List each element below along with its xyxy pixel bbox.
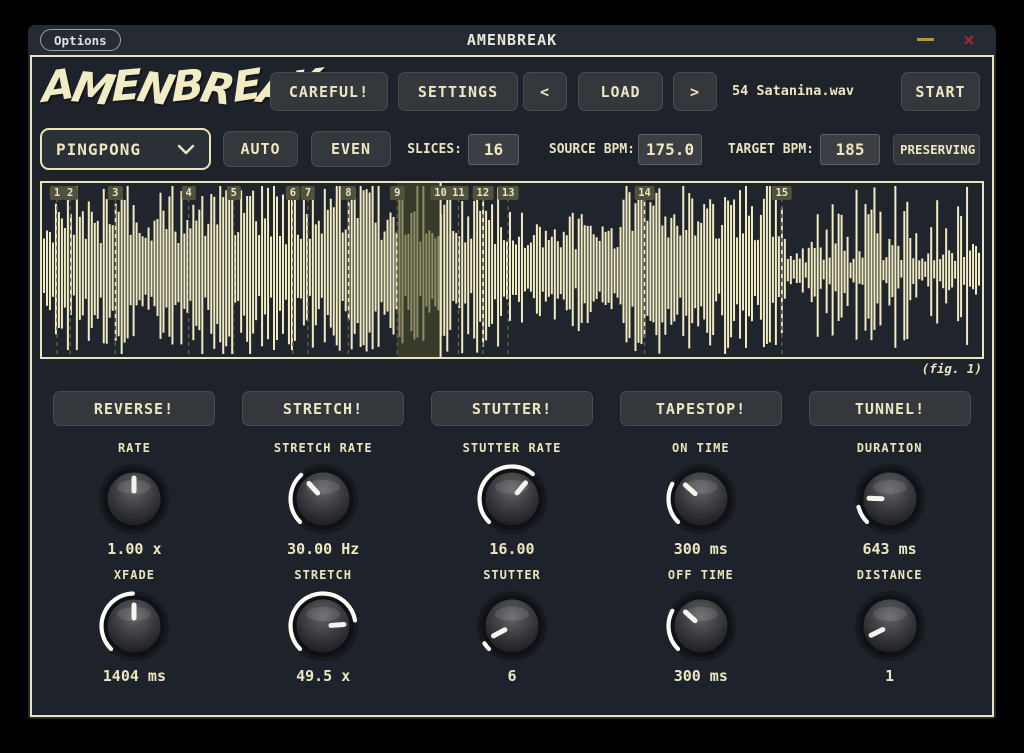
load-button[interactable]: LOAD [578, 72, 663, 111]
knob-label-distance: DISTANCE [857, 568, 923, 582]
controls-row: PINGPONG AUTO EVEN SLICES: 16 SOURCE BPM… [32, 128, 992, 181]
slices-label: SLICES: [377, 142, 462, 158]
slice-marker-12[interactable]: 12 [473, 186, 494, 200]
logo-letter: M [67, 59, 118, 119]
slice-marker-5[interactable]: 5 [227, 186, 241, 200]
knob-label-rate: RATE [118, 441, 151, 455]
knob-stutter[interactable] [474, 588, 550, 664]
waveform-display[interactable]: 123456789101112131415 [40, 181, 984, 359]
app-window: Options AMENBREAK × AMENBREAK CAREFUL! S… [28, 25, 996, 719]
knob-distance[interactable] [852, 588, 928, 664]
knob-stutter-rate[interactable] [474, 461, 550, 537]
knob-label-xfade: XFADE [114, 568, 155, 582]
knob-off-time[interactable] [663, 588, 739, 664]
slices-value-field[interactable]: 16 [468, 134, 519, 165]
knob-xfade[interactable] [96, 588, 172, 664]
knob-label-stretch: STRETCH [294, 568, 352, 582]
knob-group-distance: DISTANCE 1 [795, 568, 984, 685]
slice-marker-13[interactable]: 13 [498, 186, 519, 200]
reverse-button[interactable]: REVERSE! [53, 391, 215, 426]
knob-label-duration: DURATION [857, 441, 923, 455]
slice-marker-11[interactable]: 11 [448, 186, 469, 200]
knob-group-stutter: STUTTER 6 [418, 568, 607, 685]
knob-label-off-time: OFF TIME [668, 568, 734, 582]
slice-marker-14[interactable]: 14 [634, 186, 655, 200]
slice-marker-15[interactable]: 15 [771, 186, 792, 200]
knob-group-stutter-rate: STUTTER RATE 16.00 [418, 441, 607, 558]
source-bpm-field[interactable]: 175.0 [638, 134, 702, 165]
knob-group-stretch: STRETCH 49.5 x [229, 568, 418, 685]
titlebar: Options AMENBREAK × [28, 25, 996, 55]
knob-value-xfade: 1404 ms [103, 668, 166, 685]
slice-marker-3[interactable]: 3 [108, 186, 122, 200]
knob-group-duration: DURATION 643 ms [795, 441, 984, 558]
tapestop-button[interactable]: TAPESTOP! [620, 391, 782, 426]
next-sample-button[interactable]: > [673, 72, 717, 111]
knob-rate[interactable] [96, 461, 172, 537]
knob-group-rate: RATE 1.00 x [40, 441, 229, 558]
knob-value-distance: 1 [885, 668, 894, 685]
knob-label-stretch-rate: STRETCH RATE [274, 441, 373, 455]
knob-group-off-time: OFF TIME 300 ms [606, 568, 795, 685]
mode-dropdown-value: PINGPONG [56, 140, 177, 159]
knob-group-xfade: XFADE 1404 ms [40, 568, 229, 685]
slice-marker-4[interactable]: 4 [181, 186, 195, 200]
knob-value-duration: 643 ms [862, 541, 916, 558]
slice-marker-9[interactable]: 9 [390, 186, 404, 200]
knob-row-2: XFADE 1404 msSTRETCH 49.5 xSTUTTER 6OFF … [32, 568, 992, 685]
knob-row-1: RATE 1.00 xSTRETCH RATE 30.00 HzSTUTTER … [32, 441, 992, 558]
knob-duration[interactable] [852, 461, 928, 537]
effects-row: REVERSE! STRETCH! STUTTER! TAPESTOP! TUNNEL! [32, 391, 992, 426]
waveform-graphic [42, 183, 982, 357]
settings-button[interactable]: SETTINGS [398, 72, 518, 111]
knob-stretch[interactable] [285, 588, 361, 664]
slice-marker-7[interactable]: 7 [301, 186, 315, 200]
knob-label-on-time: ON TIME [672, 441, 730, 455]
chevron-down-icon [177, 144, 195, 155]
knob-label-stutter: STUTTER [483, 568, 541, 582]
loaded-filename: 54 Satanina.wav [718, 72, 868, 111]
header-row: AMENBREAK CAREFUL! SETTINGS < LOAD > 54 … [32, 57, 992, 128]
knob-label-stutter-rate: STUTTER RATE [463, 441, 562, 455]
careful-button[interactable]: CAREFUL! [270, 72, 388, 111]
knob-value-stutter-rate: 16.00 [489, 541, 534, 558]
knob-value-rate: 1.00 x [107, 541, 161, 558]
slice-marker-6[interactable]: 6 [286, 186, 300, 200]
target-bpm-label: TARGET BPM: [726, 142, 814, 158]
knob-group-stretch-rate: STRETCH RATE 30.00 Hz [229, 441, 418, 558]
source-bpm-label: SOURCE BPM: [544, 142, 635, 158]
knob-on-time[interactable] [663, 461, 739, 537]
close-icon[interactable]: × [958, 27, 980, 53]
plugin-content: AMENBREAK CAREFUL! SETTINGS < LOAD > 54 … [30, 55, 994, 717]
figure-caption: (fig. 1) [32, 361, 982, 379]
slice-marker-2[interactable]: 2 [63, 186, 77, 200]
target-bpm-field[interactable]: 185 [820, 134, 880, 165]
knob-stretch-rate[interactable] [285, 461, 361, 537]
stutter-button[interactable]: STUTTER! [431, 391, 593, 426]
auto-button[interactable]: AUTO [223, 131, 298, 167]
tunnel-button[interactable]: TUNNEL! [809, 391, 971, 426]
knob-value-off-time: 300 ms [674, 668, 728, 685]
knob-value-stutter: 6 [507, 668, 516, 685]
mode-dropdown[interactable]: PINGPONG [40, 128, 211, 170]
window-title: AMENBREAK [28, 25, 996, 55]
prev-sample-button[interactable]: < [523, 72, 567, 111]
knob-value-stretch-rate: 30.00 Hz [287, 541, 359, 558]
knob-group-on-time: ON TIME 300 ms [606, 441, 795, 558]
slice-marker-8[interactable]: 8 [341, 186, 355, 200]
screen: Options AMENBREAK × AMENBREAK CAREFUL! S… [0, 0, 1024, 753]
stretch-button[interactable]: STRETCH! [242, 391, 404, 426]
preserving-button[interactable]: PRESERVING [893, 134, 980, 165]
knob-value-stretch: 49.5 x [296, 668, 350, 685]
start-button[interactable]: START [901, 72, 980, 111]
knob-value-on-time: 300 ms [674, 541, 728, 558]
minimize-icon[interactable] [917, 38, 934, 41]
